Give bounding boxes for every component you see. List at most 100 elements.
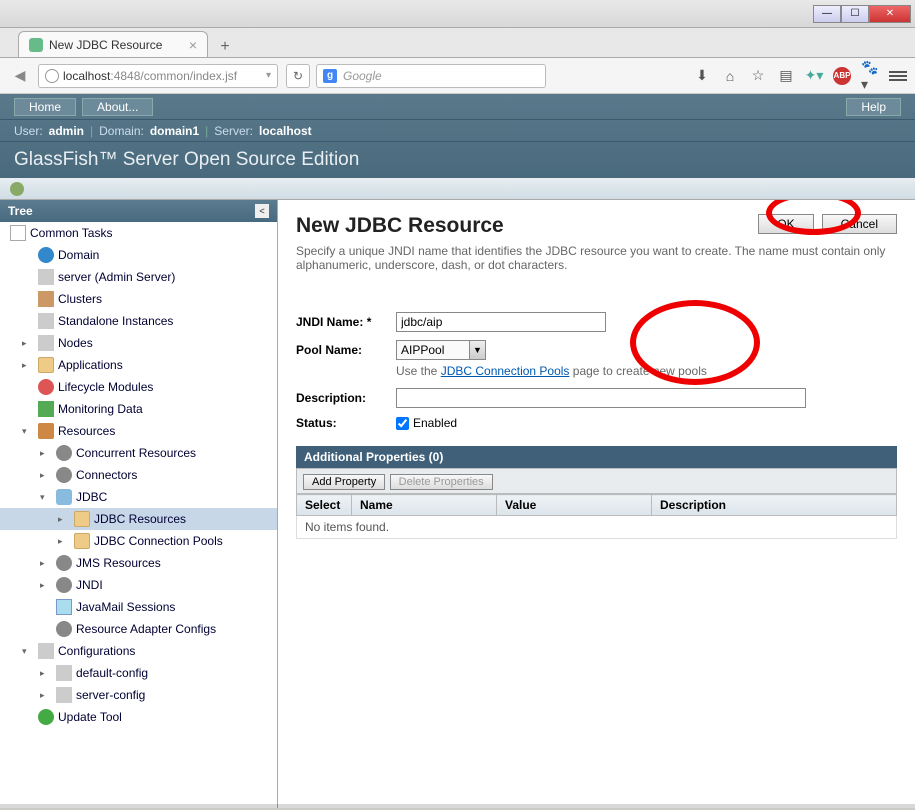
- cluster-icon: [38, 291, 54, 307]
- delete-properties-button[interactable]: Delete Properties: [390, 474, 493, 490]
- server-icon: [38, 269, 54, 285]
- bottom-shadow: [0, 804, 915, 810]
- tree-item-standalone[interactable]: Standalone Instances: [0, 310, 277, 332]
- download-icon[interactable]: ⬇: [693, 67, 711, 85]
- connector-icon: [56, 467, 72, 483]
- app-icon: [10, 225, 26, 241]
- tree-item-resources[interactable]: ▾Resources: [0, 420, 277, 442]
- instance-icon: [38, 313, 54, 329]
- hamburger-menu-icon[interactable]: [889, 71, 907, 81]
- help-button[interactable]: Help: [846, 98, 901, 116]
- tree-sidebar: Tree < Common Tasks Domain server (Admin…: [0, 200, 278, 808]
- tree-item-default-config[interactable]: ▸default-config: [0, 662, 277, 684]
- bookmark-icon[interactable]: ☆: [749, 67, 767, 85]
- tree-root-label: Common Tasks: [30, 226, 112, 240]
- home-button[interactable]: Home: [14, 98, 76, 116]
- new-tab-button[interactable]: +: [214, 37, 236, 57]
- jndi-name-input[interactable]: [396, 312, 606, 332]
- jdbc-icon: [56, 489, 72, 505]
- adblock-icon[interactable]: ABP: [833, 67, 851, 85]
- enabled-checkbox[interactable]: [396, 417, 409, 430]
- tree-item-resource-adapter[interactable]: Resource Adapter Configs: [0, 618, 277, 640]
- tree-item-configurations[interactable]: ▾Configurations: [0, 640, 277, 662]
- node-icon: [38, 335, 54, 351]
- window-maximize-button[interactable]: ☐: [841, 5, 869, 23]
- tree-item-clusters[interactable]: Clusters: [0, 288, 277, 310]
- back-button[interactable]: ◀: [8, 64, 32, 88]
- tree-item-javamail[interactable]: JavaMail Sessions: [0, 596, 277, 618]
- col-value: Value: [497, 495, 652, 516]
- share-icon[interactable]: ✦▾: [805, 67, 823, 85]
- description-input[interactable]: [396, 388, 806, 408]
- tree-item-connectors[interactable]: ▸Connectors: [0, 464, 277, 486]
- add-property-button[interactable]: Add Property: [303, 474, 385, 490]
- glassfish-header: Home About... Help User: admin | Domain:…: [0, 94, 915, 178]
- tree-item-server-config[interactable]: ▸server-config: [0, 684, 277, 706]
- tree-item-jdbc[interactable]: ▾JDBC: [0, 486, 277, 508]
- folder-icon: [74, 533, 90, 549]
- search-bar[interactable]: g Google: [316, 64, 546, 88]
- content-panel: New JDBC Resource OK Cancel Specify a un…: [278, 200, 915, 808]
- url-path: /common/index.jsf: [140, 69, 237, 83]
- home-world-icon[interactable]: [10, 182, 24, 196]
- jndi-icon: [56, 577, 72, 593]
- pool-name-select[interactable]: AIPPool ▼: [396, 340, 486, 360]
- config-item-icon: [56, 665, 72, 681]
- col-select: Select: [297, 495, 352, 516]
- tree-item-concurrent[interactable]: ▸Concurrent Resources: [0, 442, 277, 464]
- browser-toolbar: ◀ localhost:4848/common/index.jsf ▾ ↻ g …: [0, 58, 915, 94]
- pool-name-label: Pool Name:: [296, 343, 396, 357]
- col-description: Description: [652, 495, 897, 516]
- jdbc-pools-link[interactable]: JDBC Connection Pools: [441, 364, 570, 378]
- description-label: Description:: [296, 391, 396, 405]
- tree-item-jdbc-pools[interactable]: ▸JDBC Connection Pools: [0, 530, 277, 552]
- adapter-icon: [56, 621, 72, 637]
- cancel-button[interactable]: Cancel: [822, 214, 897, 234]
- domain-label: Domain:: [99, 124, 144, 138]
- dropdown-icon[interactable]: ▾: [266, 70, 271, 81]
- window-close-button[interactable]: ✕: [869, 5, 911, 23]
- tree-root[interactable]: Common Tasks: [0, 222, 277, 244]
- tab-favicon-icon: [29, 38, 43, 52]
- tree-item-lifecycle[interactable]: Lifecycle Modules: [0, 376, 277, 398]
- pool-name-value: AIPPool: [401, 343, 444, 357]
- enabled-checkbox-label[interactable]: Enabled: [396, 416, 457, 430]
- window-minimize-button[interactable]: —: [813, 5, 841, 23]
- lifecycle-icon: [38, 379, 54, 395]
- about-button[interactable]: About...: [82, 98, 153, 116]
- google-icon: g: [323, 69, 337, 83]
- tree-item-nodes[interactable]: ▸Nodes: [0, 332, 277, 354]
- reload-button[interactable]: ↻: [286, 64, 310, 88]
- ok-button[interactable]: OK: [758, 214, 813, 234]
- concurrent-icon: [56, 445, 72, 461]
- url-bar[interactable]: localhost:4848/common/index.jsf ▾: [38, 64, 278, 88]
- tree-item-server[interactable]: server (Admin Server): [0, 266, 277, 288]
- page-title: New JDBC Resource: [296, 214, 504, 238]
- config-item-icon: [56, 687, 72, 703]
- jms-icon: [56, 555, 72, 571]
- tree-collapse-button[interactable]: <: [255, 204, 269, 218]
- glassfish-iconbar: [0, 178, 915, 200]
- browser-tab-strip: New JDBC Resource × +: [0, 28, 915, 58]
- clipboard-icon[interactable]: ▤: [777, 67, 795, 85]
- tree-item-applications[interactable]: ▸Applications: [0, 354, 277, 376]
- tree-item-jdbc-resources[interactable]: ▸JDBC Resources: [0, 508, 277, 530]
- browser-tab[interactable]: New JDBC Resource ×: [18, 31, 208, 57]
- monitor-icon: [38, 401, 54, 417]
- properties-table: Select Name Value Description No items f…: [296, 494, 897, 539]
- tree-header-label: Tree: [8, 204, 33, 218]
- empty-row: No items found.: [297, 516, 897, 539]
- tree-item-monitoring[interactable]: Monitoring Data: [0, 398, 277, 420]
- jndi-name-label: JNDI Name: *: [296, 315, 396, 329]
- tab-close-icon[interactable]: ×: [189, 37, 197, 53]
- folder-icon: [74, 511, 90, 527]
- page-description: Specify a unique JNDI name that identifi…: [296, 244, 897, 272]
- tree-item-jndi[interactable]: ▸JNDI: [0, 574, 277, 596]
- tree-item-jms[interactable]: ▸JMS Resources: [0, 552, 277, 574]
- home-icon[interactable]: ⌂: [721, 67, 739, 85]
- globe-icon: [38, 247, 54, 263]
- tree-item-update-tool[interactable]: Update Tool: [0, 706, 277, 728]
- config-icon: [38, 643, 54, 659]
- addon-icon[interactable]: 🐾▾: [861, 67, 879, 85]
- tree-item-domain[interactable]: Domain: [0, 244, 277, 266]
